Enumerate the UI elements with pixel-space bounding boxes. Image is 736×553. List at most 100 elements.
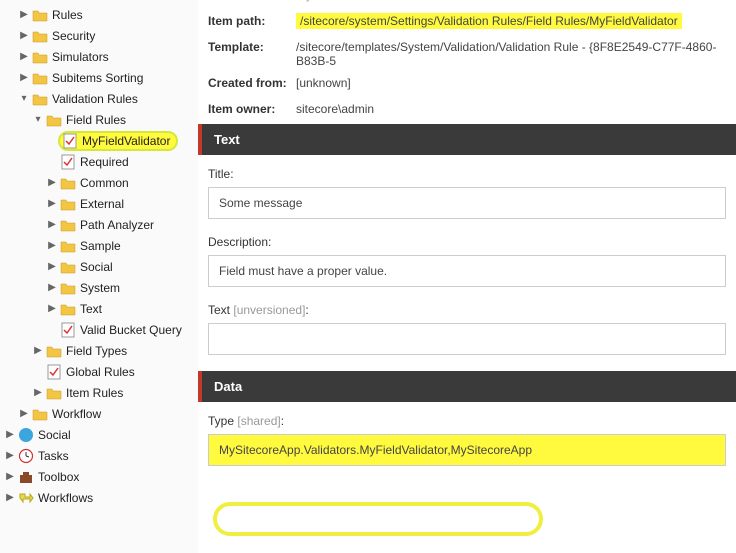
tree-item-field-rules[interactable]: ▾ Field Rules: [4, 109, 198, 130]
tree-item-workflow[interactable]: ▶ Workflow: [4, 403, 198, 424]
section-header-text[interactable]: Text: [198, 124, 736, 155]
tree-item-sample[interactable]: ▶ Sample: [4, 235, 198, 256]
colon: :: [281, 414, 284, 428]
folder-icon: [60, 301, 76, 317]
tree-item-valid-bucket-query[interactable]: ▶ Valid Bucket Query: [4, 319, 198, 340]
tree-label: Social: [80, 260, 113, 274]
folder-icon: [60, 238, 76, 254]
tree-item-path-analyzer[interactable]: ▶ Path Analyzer: [4, 214, 198, 235]
tree-item-field-types[interactable]: ▶ Field Types: [4, 340, 198, 361]
tree-item-tasks[interactable]: ▶ Tasks: [4, 445, 198, 466]
tree-label: Workflows: [38, 491, 93, 505]
chevron-right-icon: ▶: [18, 408, 30, 419]
tree-item-security[interactable]: ▶ Security: [4, 25, 198, 46]
folder-icon: [60, 217, 76, 233]
tree-label: Item Rules: [66, 386, 123, 400]
detail-value: /sitecore/templates/System/Validation/Va…: [296, 40, 726, 68]
tree-item-myfieldvalidator[interactable]: ▶ MyFieldValidator: [4, 130, 198, 151]
highlighted-path: /sitecore/system/Settings/Validation Rul…: [296, 13, 682, 29]
workflow-icon: [18, 490, 34, 506]
detail-label: Item name:: [208, 0, 296, 2]
tree-label: Rules: [52, 8, 83, 22]
tree-item-subitems-sorting[interactable]: ▶ Subitems Sorting: [4, 67, 198, 88]
folder-icon: [32, 406, 48, 422]
field-label-text: Type: [208, 414, 234, 428]
chevron-right-icon: ▶: [46, 240, 58, 251]
tree-item-social[interactable]: ▶ Social: [4, 256, 198, 277]
field-label: Description:: [208, 235, 726, 249]
tree-item-common[interactable]: ▶ Common: [4, 172, 198, 193]
chevron-right-icon: ▶: [18, 51, 30, 62]
chevron-right-icon: ▶: [4, 471, 16, 482]
chevron-right-icon: ▶: [4, 429, 16, 440]
folder-icon: [32, 91, 48, 107]
chevron-right-icon: ▶: [46, 261, 58, 272]
detail-label: Created from:: [208, 76, 296, 90]
tree-label: System: [80, 281, 120, 295]
spacer: ▶: [46, 324, 58, 335]
tree-label: Validation Rules: [52, 92, 138, 106]
toolbox-icon: [18, 469, 34, 485]
tree-label: Common: [80, 176, 129, 190]
tree-item-validation-rules[interactable]: ▾ Validation Rules: [4, 88, 198, 109]
tree-label: MyFieldValidator: [82, 134, 170, 148]
chevron-right-icon: ▶: [46, 219, 58, 230]
colon: :: [305, 303, 308, 317]
tree-label: Social: [38, 428, 71, 442]
folder-icon: [46, 343, 62, 359]
detail-label: Template:: [208, 40, 296, 54]
folder-icon: [60, 196, 76, 212]
clock-icon: [18, 448, 34, 464]
text-input[interactable]: [208, 323, 726, 355]
tree-item-social-root[interactable]: ▶ Social: [4, 424, 198, 445]
field-type: Type [shared]:: [198, 402, 736, 470]
field-label: Type [shared]:: [208, 414, 726, 428]
tree-item-system[interactable]: ▶ System: [4, 277, 198, 298]
detail-row-item-path: Item path: /sitecore/system/Settings/Val…: [198, 10, 736, 36]
chevron-right-icon: ▶: [18, 9, 30, 20]
tree-item-external[interactable]: ▶ External: [4, 193, 198, 214]
tree-item-rules[interactable]: ▶ Rules: [4, 4, 198, 25]
chevron-right-icon: ▶: [32, 345, 44, 356]
folder-icon: [46, 385, 62, 401]
section-header-data[interactable]: Data: [198, 371, 736, 402]
tree-label: Toolbox: [38, 470, 79, 484]
validation-item-icon: [60, 154, 76, 170]
title-input[interactable]: [208, 187, 726, 219]
tree-item-item-rules[interactable]: ▶ Item Rules: [4, 382, 198, 403]
tree-item-required[interactable]: ▶ Required: [4, 151, 198, 172]
detail-row-created-from: Created from: [unknown]: [198, 72, 736, 98]
tree-label: Valid Bucket Query: [80, 323, 182, 337]
chevron-down-icon: ▾: [18, 93, 30, 104]
tree-item-workflows[interactable]: ▶ Workflows: [4, 487, 198, 508]
detail-row-item-owner: Item owner: sitecore\admin: [198, 98, 736, 124]
tree-item-global-rules[interactable]: ▶ Global Rules: [4, 361, 198, 382]
chevron-right-icon: ▶: [46, 303, 58, 314]
detail-row-item-name: Item name: MyFieldValidator: [198, 0, 736, 10]
validation-item-icon: [62, 133, 78, 149]
field-description: Description:: [198, 223, 736, 291]
detail-label: Item path:: [208, 14, 296, 28]
tree-label: Workflow: [52, 407, 101, 421]
tree-item-toolbox[interactable]: ▶ Toolbox: [4, 466, 198, 487]
tree-label: Text: [80, 302, 102, 316]
tree-label: External: [80, 197, 124, 211]
validation-item-icon: [46, 364, 62, 380]
tree-label: Field Rules: [66, 113, 126, 127]
tree-label: Field Types: [66, 344, 127, 358]
description-input[interactable]: [208, 255, 726, 287]
detail-value: MyFieldValidator: [296, 0, 726, 2]
type-input[interactable]: [208, 434, 726, 466]
folder-icon: [60, 280, 76, 296]
tree-label: Sample: [80, 239, 121, 253]
field-label-text: Text: [208, 303, 230, 317]
detail-value: sitecore\admin: [296, 102, 726, 116]
content-editor-main: Item name: MyFieldValidator Item path: /…: [198, 0, 736, 553]
tree-label: Security: [52, 29, 95, 43]
tree-label: Simulators: [52, 50, 109, 64]
tree-item-simulators[interactable]: ▶ Simulators: [4, 46, 198, 67]
folder-icon: [60, 259, 76, 275]
tree-item-text[interactable]: ▶ Text: [4, 298, 198, 319]
folder-icon: [32, 70, 48, 86]
chevron-right-icon: ▶: [46, 282, 58, 293]
